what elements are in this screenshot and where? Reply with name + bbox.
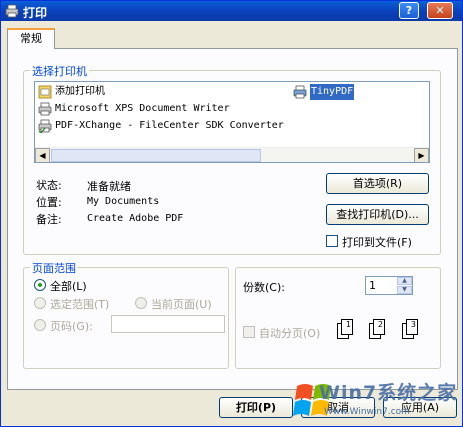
selection-label: 选定范围(T) bbox=[50, 298, 110, 311]
spin-down-icon[interactable]: ▼ bbox=[397, 286, 412, 294]
find-printer-button[interactable]: 查找打印机(D)... bbox=[326, 204, 429, 225]
add-printer-icon bbox=[38, 85, 52, 99]
current-page-label: 当前页面(U) bbox=[151, 298, 212, 311]
close-button[interactable]: ✕ bbox=[427, 2, 453, 19]
preferences-button[interactable]: 首选项(R) bbox=[326, 173, 429, 194]
page-icon: 1 bbox=[341, 319, 353, 335]
printer-name: 添加打印机 bbox=[55, 86, 105, 97]
printer-icon bbox=[38, 102, 52, 116]
printer-name: Microsoft XPS Document Writer bbox=[55, 103, 230, 114]
printer-check-icon bbox=[38, 119, 52, 133]
copies-value: 1 bbox=[369, 279, 376, 292]
pages-input[interactable] bbox=[111, 315, 225, 333]
window-title: 打印 bbox=[23, 6, 48, 20]
printer-icon bbox=[293, 85, 307, 99]
copies-spinner[interactable]: 1 ▲ ▼ bbox=[365, 276, 413, 295]
printer-group-legend: 选择打印机 bbox=[30, 63, 89, 79]
all-pages-label: 全部(L) bbox=[50, 280, 87, 293]
printer-icon bbox=[5, 4, 19, 18]
print-button[interactable]: 打印(P) bbox=[219, 397, 293, 418]
copies-label: 份数(C): bbox=[243, 281, 285, 294]
page-range-legend: 页面范围 bbox=[30, 260, 78, 276]
selection-radio[interactable] bbox=[34, 297, 46, 309]
printer-list[interactable]: 添加打印机 TinyPDF Microsoft XPS Document Wri… bbox=[34, 81, 430, 163]
title-bar[interactable]: 打印 ? ✕ bbox=[1, 1, 462, 21]
collate-checkbox[interactable] bbox=[243, 326, 255, 338]
status-label: 状态: bbox=[36, 179, 62, 192]
page-icon: 3 bbox=[406, 319, 418, 335]
status-value: 准备就绪 bbox=[87, 180, 131, 193]
scrollbar-thumb[interactable] bbox=[51, 149, 261, 162]
page-icon: 2 bbox=[373, 319, 385, 335]
watermark-url: Www.Winwin7.com bbox=[324, 407, 410, 417]
pages-label: 页码(G): bbox=[50, 320, 93, 333]
scroll-right-icon[interactable]: ▶ bbox=[414, 148, 429, 162]
tab-general[interactable]: 常规 bbox=[7, 28, 55, 49]
printer-name: TinyPDF bbox=[310, 84, 355, 100]
all-pages-radio[interactable] bbox=[34, 279, 46, 291]
help-button[interactable]: ? bbox=[399, 2, 419, 19]
comment-value: Create Adobe PDF bbox=[87, 213, 184, 224]
horizontal-scrollbar[interactable]: ◀ ▶ bbox=[35, 147, 429, 162]
pages-radio[interactable] bbox=[34, 319, 46, 331]
collate-label: 自动分页(O) bbox=[259, 327, 321, 340]
watermark-text: Win7系统之家 bbox=[319, 382, 458, 404]
location-label: 位置: bbox=[36, 196, 62, 209]
printer-name: PDF-XChange - FileCenter SDK Converter bbox=[55, 120, 284, 131]
scroll-left-icon[interactable]: ◀ bbox=[35, 148, 50, 162]
comment-label: 备注: bbox=[36, 213, 62, 226]
current-page-radio[interactable] bbox=[135, 297, 147, 309]
spin-up-icon[interactable]: ▲ bbox=[397, 277, 412, 285]
print-to-file-checkbox[interactable] bbox=[326, 235, 338, 247]
location-value: My Documents bbox=[87, 196, 160, 207]
print-to-file-label: 打印到文件(F) bbox=[342, 236, 412, 249]
print-dialog: 打印 ? ✕ 常规 选择打印机 添加打印机 TinyPDF Microsoft … bbox=[0, 0, 463, 427]
